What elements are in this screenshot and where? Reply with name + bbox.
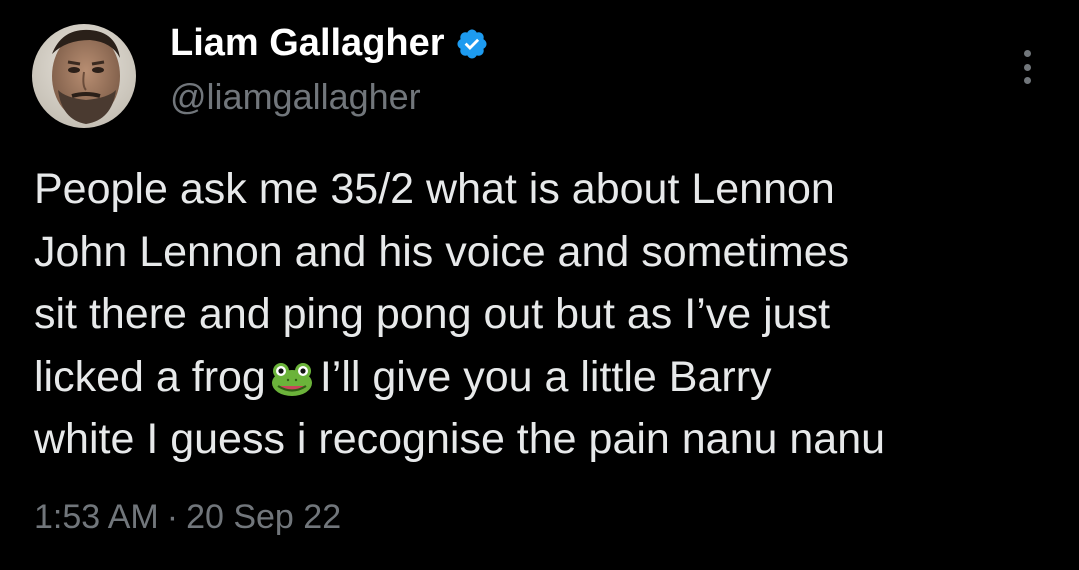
frog-face-icon	[271, 362, 312, 396]
author-name-row[interactable]: Liam Gallagher	[170, 22, 489, 65]
dot	[1023, 63, 1031, 71]
tweet-timestamp[interactable]: 1:53 AM · 20 Sep 22	[34, 498, 341, 537]
tweet-line-part: I’ll give you a little Barry	[319, 352, 772, 401]
tweet-line: John Lennon and his voice and sometimes	[34, 227, 850, 276]
author-display-name[interactable]: Liam Gallagher	[170, 22, 445, 65]
author-handle[interactable]: @liamgallagher	[170, 76, 421, 118]
tweet-line: licked a frog I’ll give you a little Bar…	[34, 346, 1064, 409]
tweet-line: sit there and ping pong out but as I’ve …	[34, 290, 831, 338]
tweet-text: People ask me 35/2 what is about Lennon …	[34, 158, 1064, 471]
tweet-time[interactable]: 1:53 AM	[34, 498, 159, 536]
tweet-line: People ask me 35/2 what is about Lennon	[34, 165, 835, 213]
tweet-line-part: licked a frog	[34, 352, 266, 401]
tweet-date[interactable]: 20 Sep 22	[186, 498, 341, 536]
more-options-icon[interactable]	[1017, 50, 1037, 84]
tweet-line: white I guess i recognise the pain nanu …	[34, 415, 886, 463]
avatar[interactable]	[32, 24, 136, 128]
separator-dot: ·	[166, 498, 179, 536]
dot	[1023, 50, 1031, 57]
avatar-image	[32, 24, 136, 128]
verified-badge-icon	[457, 28, 487, 59]
tweet-card: Liam Gallagher @liamgallagher People ask…	[0, 0, 1079, 570]
dot	[1023, 77, 1031, 84]
